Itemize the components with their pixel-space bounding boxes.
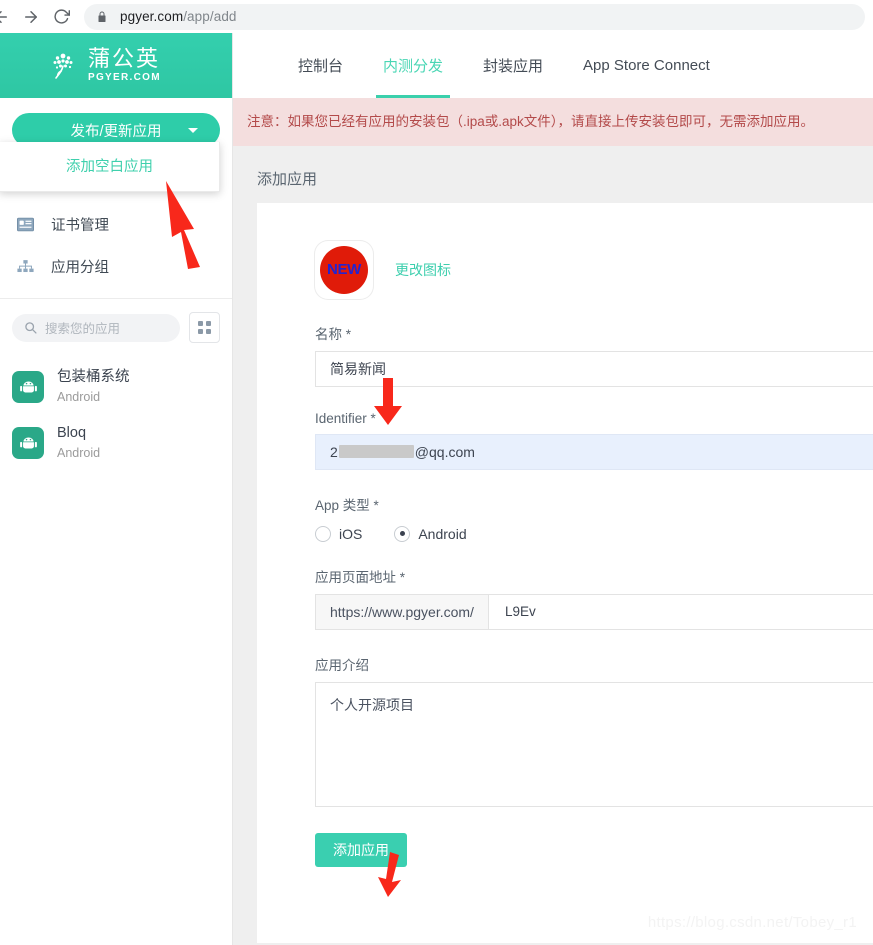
app-name: Bloq	[57, 425, 86, 441]
logo-bar[interactable]: 蒲公英 PGYER.COM	[0, 33, 232, 98]
tab-console[interactable]: 控制台	[278, 33, 363, 98]
content-wrapper: 添加应用 NEW 更改图标 名称 * 简易新闻 Identifier * 2 @q…	[233, 146, 873, 943]
page-body: 蒲公英 PGYER.COM 发布/更新应用 添加空白应用	[0, 33, 873, 945]
lock-icon	[96, 10, 110, 24]
reload-icon[interactable]	[46, 2, 76, 32]
field-label: 名称 *	[315, 323, 873, 343]
radio-option-android[interactable]: Android	[394, 526, 466, 542]
identifier-suffix: @qq.com	[415, 444, 475, 460]
tab-beta-distribution[interactable]: 内测分发	[363, 33, 463, 98]
sidebar-item-label: 应用分组	[51, 256, 109, 277]
sidebar-app-list: 包装桶系统 Android Bloq A	[0, 359, 232, 471]
app-icon-row: NEW 更改图标	[315, 241, 873, 299]
search-input[interactable]: 搜索您的应用	[12, 314, 180, 342]
identifier-prefix: 2	[330, 444, 338, 460]
top-navigation: 控制台 内测分发 封装应用 App Store Connect	[233, 33, 873, 98]
chevron-down-icon	[188, 128, 198, 133]
sidebar-item-app-groups[interactable]: 应用分组	[0, 245, 232, 287]
logo-title-cn: 蒲公英	[88, 48, 161, 70]
radio-option-ios[interactable]: iOS	[315, 526, 362, 542]
add-app-form-card: NEW 更改图标 名称 * 简易新闻 Identifier * 2 @qq.com…	[257, 203, 873, 943]
sidebar: 蒲公英 PGYER.COM 发布/更新应用 添加空白应用	[0, 33, 233, 945]
id-card-icon	[12, 217, 38, 232]
radio-circle-icon	[394, 526, 410, 542]
sidebar-search-row: 搜索您的应用	[0, 299, 232, 343]
dandelion-logo-icon	[46, 49, 80, 83]
field-page-url: 应用页面地址 * https://www.pgyer.com/ L9Ev	[315, 566, 873, 630]
publish-button-label: 发布/更新应用	[70, 120, 161, 141]
sitemap-icon	[12, 259, 38, 274]
android-icon	[12, 371, 44, 403]
back-arrow-icon[interactable]	[0, 2, 16, 32]
app-type-radio-group: iOS Android	[315, 526, 873, 542]
warning-banner: 注意：如果您已经有应用的安装包（.ipa或.apk文件），请直接上传安装包即可，…	[233, 98, 873, 146]
app-platform: Android	[57, 390, 100, 404]
radio-label: iOS	[339, 526, 362, 542]
page-url-group: https://www.pgyer.com/ L9Ev	[315, 594, 873, 630]
app-name: 包装桶系统	[57, 369, 130, 385]
page-title: 添加应用	[257, 168, 873, 189]
logo-title-en: PGYER.COM	[88, 73, 161, 83]
address-bar[interactable]: pgyer.com/app/add	[84, 4, 865, 30]
android-icon	[12, 427, 44, 459]
field-label: 应用页面地址 *	[315, 566, 873, 586]
app-icon-preview[interactable]: NEW	[315, 241, 373, 299]
app-name-input[interactable]: 简易新闻	[315, 351, 873, 387]
sidebar-item-certificates[interactable]: 证书管理	[0, 203, 232, 245]
tab-app-store-connect[interactable]: App Store Connect	[563, 33, 730, 98]
grid-view-icon[interactable]	[189, 312, 220, 343]
sidebar-item-label: 证书管理	[51, 214, 109, 235]
field-label: App 类型 *	[315, 494, 873, 514]
radio-label: Android	[418, 526, 466, 542]
description-textarea[interactable]: 个人开源项目	[315, 682, 873, 807]
search-placeholder: 搜索您的应用	[45, 318, 120, 337]
app-icon-text: NEW	[320, 246, 368, 294]
url-path: /app/add	[183, 9, 236, 24]
main-area: 控制台 内测分发 封装应用 App Store Connect 注意：如果您已经…	[233, 33, 873, 945]
page-url-input[interactable]: L9Ev	[489, 595, 873, 629]
url-text: pgyer.com/app/add	[120, 9, 237, 24]
change-icon-link[interactable]: 更改图标	[395, 260, 451, 280]
menu-item-add-blank-app[interactable]: 添加空白应用	[0, 150, 219, 181]
sidebar-nav: 证书管理 应用分组	[0, 203, 232, 287]
field-label: 应用介绍	[315, 654, 873, 674]
list-item[interactable]: 包装桶系统 Android	[0, 359, 232, 415]
redaction-block	[339, 445, 414, 458]
tab-packaged-apps[interactable]: 封装应用	[463, 33, 563, 98]
search-icon	[24, 321, 37, 334]
forward-arrow-icon[interactable]	[16, 2, 46, 32]
field-description: 应用介绍 个人开源项目	[315, 654, 873, 807]
browser-toolbar: pgyer.com/app/add	[0, 0, 873, 33]
radio-circle-icon	[315, 526, 331, 542]
list-item[interactable]: Bloq Android	[0, 415, 232, 471]
add-app-button[interactable]: 添加应用	[315, 833, 407, 867]
field-app-type: App 类型 * iOS Android	[315, 494, 873, 542]
identifier-input[interactable]: 2 @qq.com	[315, 434, 873, 470]
page-url-prefix: https://www.pgyer.com/	[316, 595, 489, 629]
field-identifier: Identifier * 2 @qq.com	[315, 411, 873, 470]
field-name: 名称 * 简易新闻	[315, 323, 873, 387]
field-label: Identifier *	[315, 411, 873, 426]
publish-menu-container: 发布/更新应用 添加空白应用	[0, 98, 232, 147]
url-domain: pgyer.com	[120, 9, 183, 24]
publish-dropdown-menu: 添加空白应用	[0, 142, 220, 192]
app-platform: Android	[57, 446, 100, 460]
